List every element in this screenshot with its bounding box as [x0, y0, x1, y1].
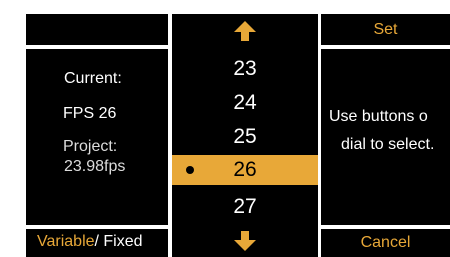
set-button[interactable]: Set: [321, 14, 450, 45]
selected-picker-row[interactable]: 26: [172, 155, 318, 185]
left-top-panel: [26, 14, 168, 45]
current-value: FPS 26: [63, 105, 117, 122]
mode-variable-option[interactable]: Variable: [37, 233, 95, 250]
picker-value[interactable]: 27: [172, 194, 318, 220]
current-label: Current:: [64, 70, 122, 87]
selected-picker-value: 26: [233, 158, 257, 181]
info-panel: Current: FPS 26 Project: 23.98fps: [26, 49, 168, 225]
cancel-button-panel[interactable]: Cancel: [321, 229, 450, 257]
fps-setting-screen: Current: FPS 26 Project: 23.98fps Variab…: [0, 0, 450, 257]
picker-value[interactable]: 25: [172, 124, 318, 150]
set-button-panel[interactable]: Set: [321, 14, 450, 45]
picker-value[interactable]: 24: [172, 90, 318, 116]
project-value: 23.98fps: [64, 158, 126, 175]
arrow-up-icon[interactable]: [233, 20, 257, 42]
help-text-line-2: dial to select.: [341, 136, 435, 153]
help-panel: Use buttons o dial to select.: [321, 49, 450, 225]
help-text-line-1: Use buttons o: [329, 108, 428, 125]
picker-value[interactable]: 23: [172, 56, 318, 82]
fps-picker[interactable]: 23 24 25 26 27: [172, 14, 318, 257]
project-label: Project:: [63, 138, 118, 155]
cancel-button[interactable]: Cancel: [321, 229, 450, 257]
mode-toggle[interactable]: Variable/ Fixed: [26, 229, 168, 257]
mode-fixed-option[interactable]: / Fixed: [95, 233, 143, 250]
arrow-down-icon[interactable]: [233, 230, 257, 252]
